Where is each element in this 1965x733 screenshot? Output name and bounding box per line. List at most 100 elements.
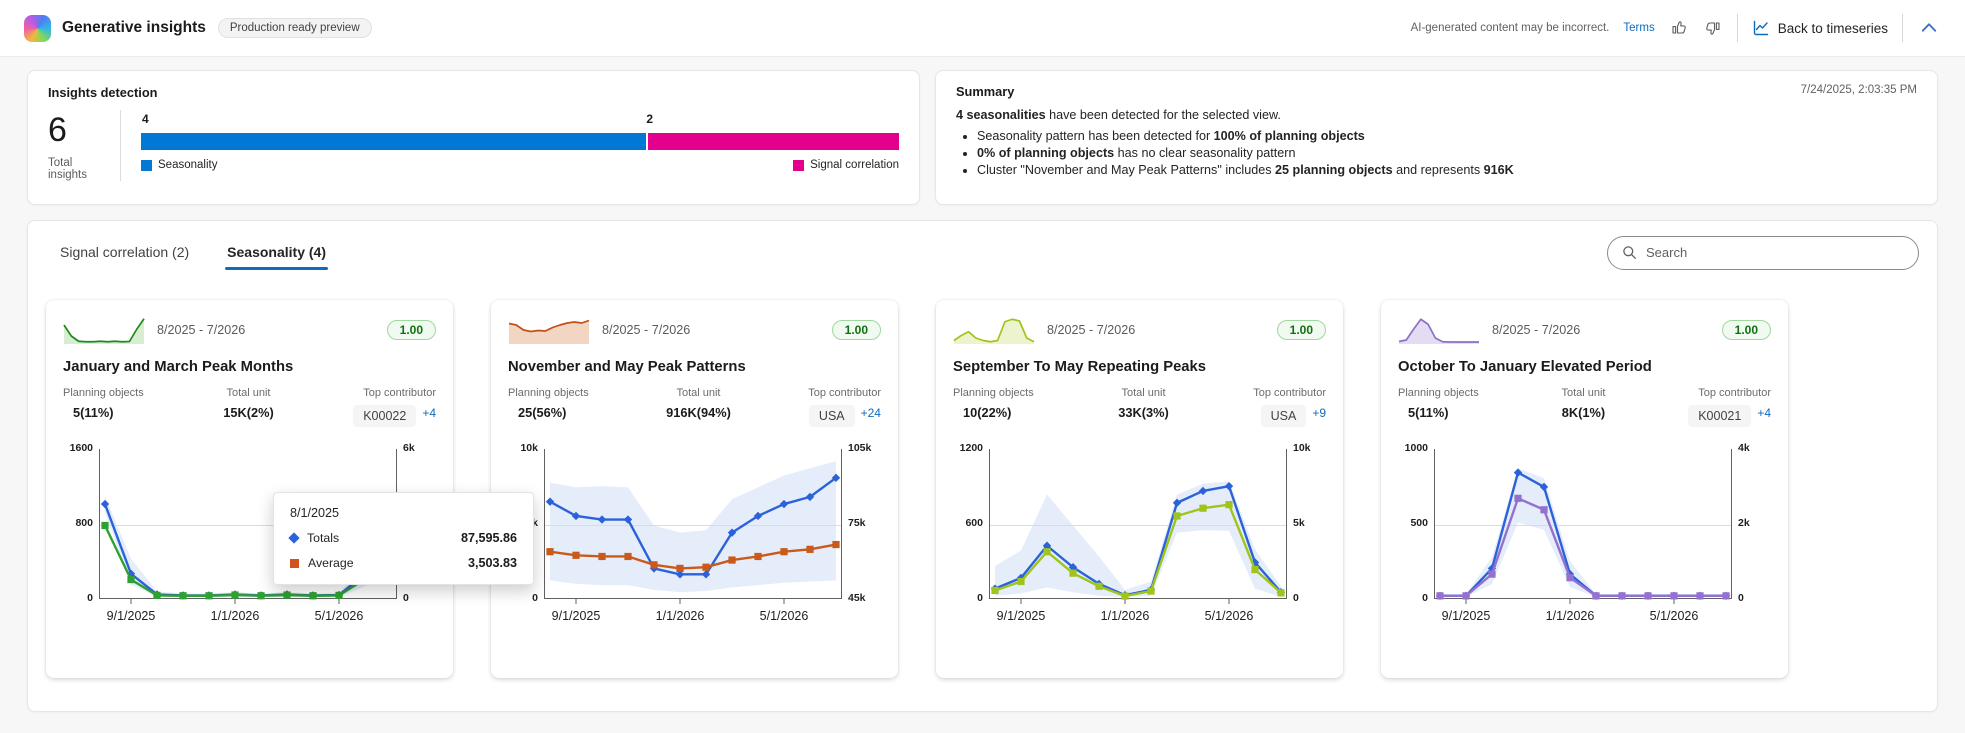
search-box[interactable] <box>1607 235 1919 270</box>
axis-tick-label: 0 <box>403 592 409 604</box>
planning-objects-stat: Planning objects 5(11%) <box>63 387 144 427</box>
top-bar: Generative insights Production ready pre… <box>0 0 1965 57</box>
top-contributor-chip[interactable]: USA <box>808 405 855 427</box>
planning-objects-label: Planning objects <box>953 387 1034 399</box>
summary-title: Summary <box>956 84 1015 99</box>
right-axis-labels: 4k 2k 0 <box>1732 442 1768 604</box>
seasonality-line-chart: 9/1/2025 1/1/2026 5/1/2026 <box>989 449 1287 623</box>
more-contributors-link[interactable]: +4 <box>1757 406 1771 420</box>
axis-tick-label: 600 <box>965 517 983 529</box>
score-badge: 1.00 <box>1276 320 1326 340</box>
axis-tick-label: 10k <box>1293 442 1311 454</box>
total-unit-stat: Total unit 33K(3%) <box>1118 387 1169 427</box>
seasonality-count: 4 <box>142 112 149 126</box>
insights-legend: Seasonality Signal correlation <box>141 159 899 171</box>
card-title: November and May Peak Patterns <box>508 359 746 375</box>
divider <box>1902 14 1903 42</box>
chevron-up-icon <box>1921 23 1937 32</box>
insight-card-3[interactable]: 8/2025 - 7/2026 1.00 September To May Re… <box>936 300 1343 678</box>
bar-segment-seasonality <box>141 133 647 150</box>
total-insights-label: Total insights <box>48 157 87 182</box>
insight-card-1[interactable]: 8/2025 - 7/2026 1.00 January and March P… <box>46 300 453 678</box>
search-input[interactable] <box>1646 245 1904 260</box>
seasonality-line-chart: 9/1/2025 1/1/2026 5/1/2026 <box>544 449 842 623</box>
top-contributor-chip[interactable]: USA <box>1260 405 1307 427</box>
top-contributor-stat: Top contributor USA +24 <box>808 387 881 427</box>
score-badge: 1.00 <box>1721 320 1771 340</box>
axis-tick-label: 1600 <box>69 442 93 454</box>
top-contributor-chip[interactable]: K00022 <box>353 405 417 427</box>
total-unit-value: 33K(3%) <box>1118 405 1169 420</box>
insight-card-4[interactable]: 8/2025 - 7/2026 1.00 October To January … <box>1381 300 1788 678</box>
axis-tick-label: 0 <box>87 592 93 604</box>
total-unit-stat: Total unit 15K(2%) <box>223 387 274 427</box>
more-contributors-link[interactable]: +9 <box>1312 406 1326 420</box>
top-contributor-chip[interactable]: K00021 <box>1688 405 1752 427</box>
thumbs-down-button[interactable] <box>1703 18 1723 38</box>
tooltip-series-value: 3,503.83 <box>467 556 517 570</box>
axis-tick-label: 1200 <box>959 442 983 454</box>
planning-objects-value: 10(22%) <box>963 405 1012 420</box>
tooltip-series-value: 87,595.86 <box>460 531 517 545</box>
top-contributor-label: Top contributor <box>363 387 436 399</box>
back-to-timeseries-link[interactable]: Back to timeseries <box>1752 19 1888 37</box>
insights-detection-card: Insights detection 6 Total insights 4 2 … <box>27 70 920 205</box>
svg-text:1/1/2026: 1/1/2026 <box>656 609 705 623</box>
top-contributor-label: Top contributor <box>1253 387 1326 399</box>
timeseries-chart-icon <box>1753 20 1768 36</box>
left-axis-labels: 1600 800 0 <box>63 442 99 604</box>
svg-text:9/1/2025: 9/1/2025 <box>1442 609 1491 623</box>
terms-link[interactable]: Terms <box>1623 22 1654 34</box>
insight-cards-row: 8/2025 - 7/2026 1.00 January and March P… <box>46 300 1919 678</box>
score-badge: 1.00 <box>831 320 881 340</box>
planning-objects-label: Planning objects <box>508 387 589 399</box>
copilot-logo-icon <box>24 14 51 42</box>
tab-seasonality[interactable]: Seasonality (4) <box>213 231 340 274</box>
thumbs-up-button[interactable] <box>1669 18 1689 38</box>
planning-objects-stat: Planning objects 25(56%) <box>508 387 589 427</box>
total-unit-value: 15K(2%) <box>223 405 274 420</box>
insight-card-2[interactable]: 8/2025 - 7/2026 1.00 November and May Pe… <box>491 300 898 678</box>
card-title: January and March Peak Months <box>63 359 294 375</box>
summary-timestamp: 7/24/2025, 2:03:35 PM <box>1800 84 1917 96</box>
card-stats: Planning objects 5(11%) Total unit 8K(1%… <box>1398 387 1771 427</box>
more-contributors-link[interactable]: +24 <box>861 406 881 420</box>
collapse-panel-button[interactable] <box>1917 16 1941 40</box>
sparkline-thumbnail-icon <box>1398 318 1479 344</box>
total-unit-label: Total unit <box>226 387 271 399</box>
axis-tick-label: 800 <box>75 517 93 529</box>
sparkline-thumbnail-icon <box>63 318 145 344</box>
top-contributor-stat: Top contributor K00022 +4 <box>353 387 436 427</box>
axis-tick-label: 1000 <box>1404 442 1428 454</box>
more-contributors-link[interactable]: +4 <box>422 406 436 420</box>
tooltip-row: Totals 87,595.86 <box>288 531 517 545</box>
total-unit-stat: Total unit 8K(1%) <box>1561 387 1605 427</box>
svg-text:5/1/2026: 5/1/2026 <box>760 609 809 623</box>
legend-item-seasonality: Seasonality <box>141 159 217 171</box>
right-axis-labels: 10k 5k 0 <box>1287 442 1323 604</box>
search-icon <box>1623 246 1636 259</box>
legend-item-signal-correlation: Signal correlation <box>793 159 899 171</box>
thumbs-up-icon <box>1672 21 1686 34</box>
divider <box>120 110 121 182</box>
top-contributor-stat: Top contributor K00021 +4 <box>1688 387 1771 427</box>
thumbs-down-icon <box>1705 22 1720 35</box>
axis-tick-label: 75k <box>848 517 866 529</box>
card-stats: Planning objects 5(11%) Total unit 15K(2… <box>63 387 436 427</box>
svg-text:1/1/2026: 1/1/2026 <box>1101 609 1150 623</box>
card-date-range: 8/2025 - 7/2026 <box>602 323 691 337</box>
card-date-range: 8/2025 - 7/2026 <box>157 323 246 337</box>
axis-tick-label: 500 <box>1410 517 1428 529</box>
left-axis-labels: 1000 500 0 <box>1398 442 1434 604</box>
tab-signal-correlation[interactable]: Signal correlation (2) <box>46 231 203 274</box>
svg-text:5/1/2026: 5/1/2026 <box>1650 609 1699 623</box>
bar-count-labels: 4 2 <box>141 112 899 132</box>
card-stats: Planning objects 10(22%) Total unit 33K(… <box>953 387 1326 427</box>
chart-tooltip: 8/1/2025 Totals 87,595.86 Average 3,503.83 <box>273 492 534 585</box>
preview-badge: Production ready preview <box>217 18 372 38</box>
tooltip-series-label: Average <box>308 556 354 570</box>
left-axis-labels: 1200 600 0 <box>953 442 989 604</box>
svg-text:1/1/2026: 1/1/2026 <box>211 609 260 623</box>
planning-objects-value: 25(56%) <box>518 405 567 420</box>
card-date-range: 8/2025 - 7/2026 <box>1492 323 1581 337</box>
